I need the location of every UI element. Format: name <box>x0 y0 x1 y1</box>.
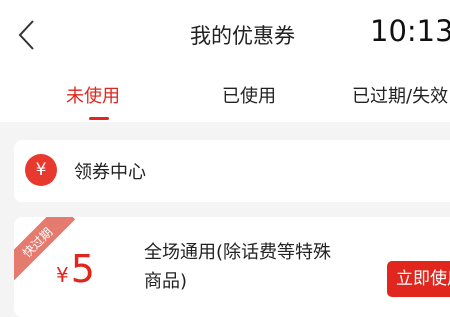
coupon-description: 全场通用(除话费等特殊商品) <box>144 242 332 292</box>
page-title: 我的优惠券 <box>190 24 295 48</box>
currency-symbol: ¥ <box>56 263 69 287</box>
coupon-center-entry[interactable]: ¥ 领券中心 <box>14 140 450 202</box>
back-button[interactable] <box>12 18 42 52</box>
coupon-ticket-icon: ¥ <box>25 154 57 186</box>
top-bar: 我的优惠券 10:13 <box>0 0 450 70</box>
tab-used[interactable]: 已使用 <box>222 82 276 108</box>
coupon-card: 快过期 ¥5 全场通用(除话费等特殊商品) 立即使用 <box>14 217 450 317</box>
coupon-amount: ¥5 <box>56 247 95 291</box>
active-tab-indicator <box>89 117 109 120</box>
expiring-soon-text: 快过期 <box>19 224 56 261</box>
use-now-button[interactable]: 立即使用 <box>387 261 450 297</box>
tab-unused[interactable]: 未使用 <box>66 82 120 108</box>
chevron-left-icon <box>18 20 34 50</box>
status-clock: 10:13 <box>370 14 450 48</box>
tab-expired[interactable]: 已过期/失效 <box>352 82 448 108</box>
amount-value: 5 <box>70 247 95 291</box>
tab-bar: 未使用 已使用 已过期/失效 <box>0 70 450 122</box>
coupon-center-label: 领券中心 <box>74 162 146 183</box>
